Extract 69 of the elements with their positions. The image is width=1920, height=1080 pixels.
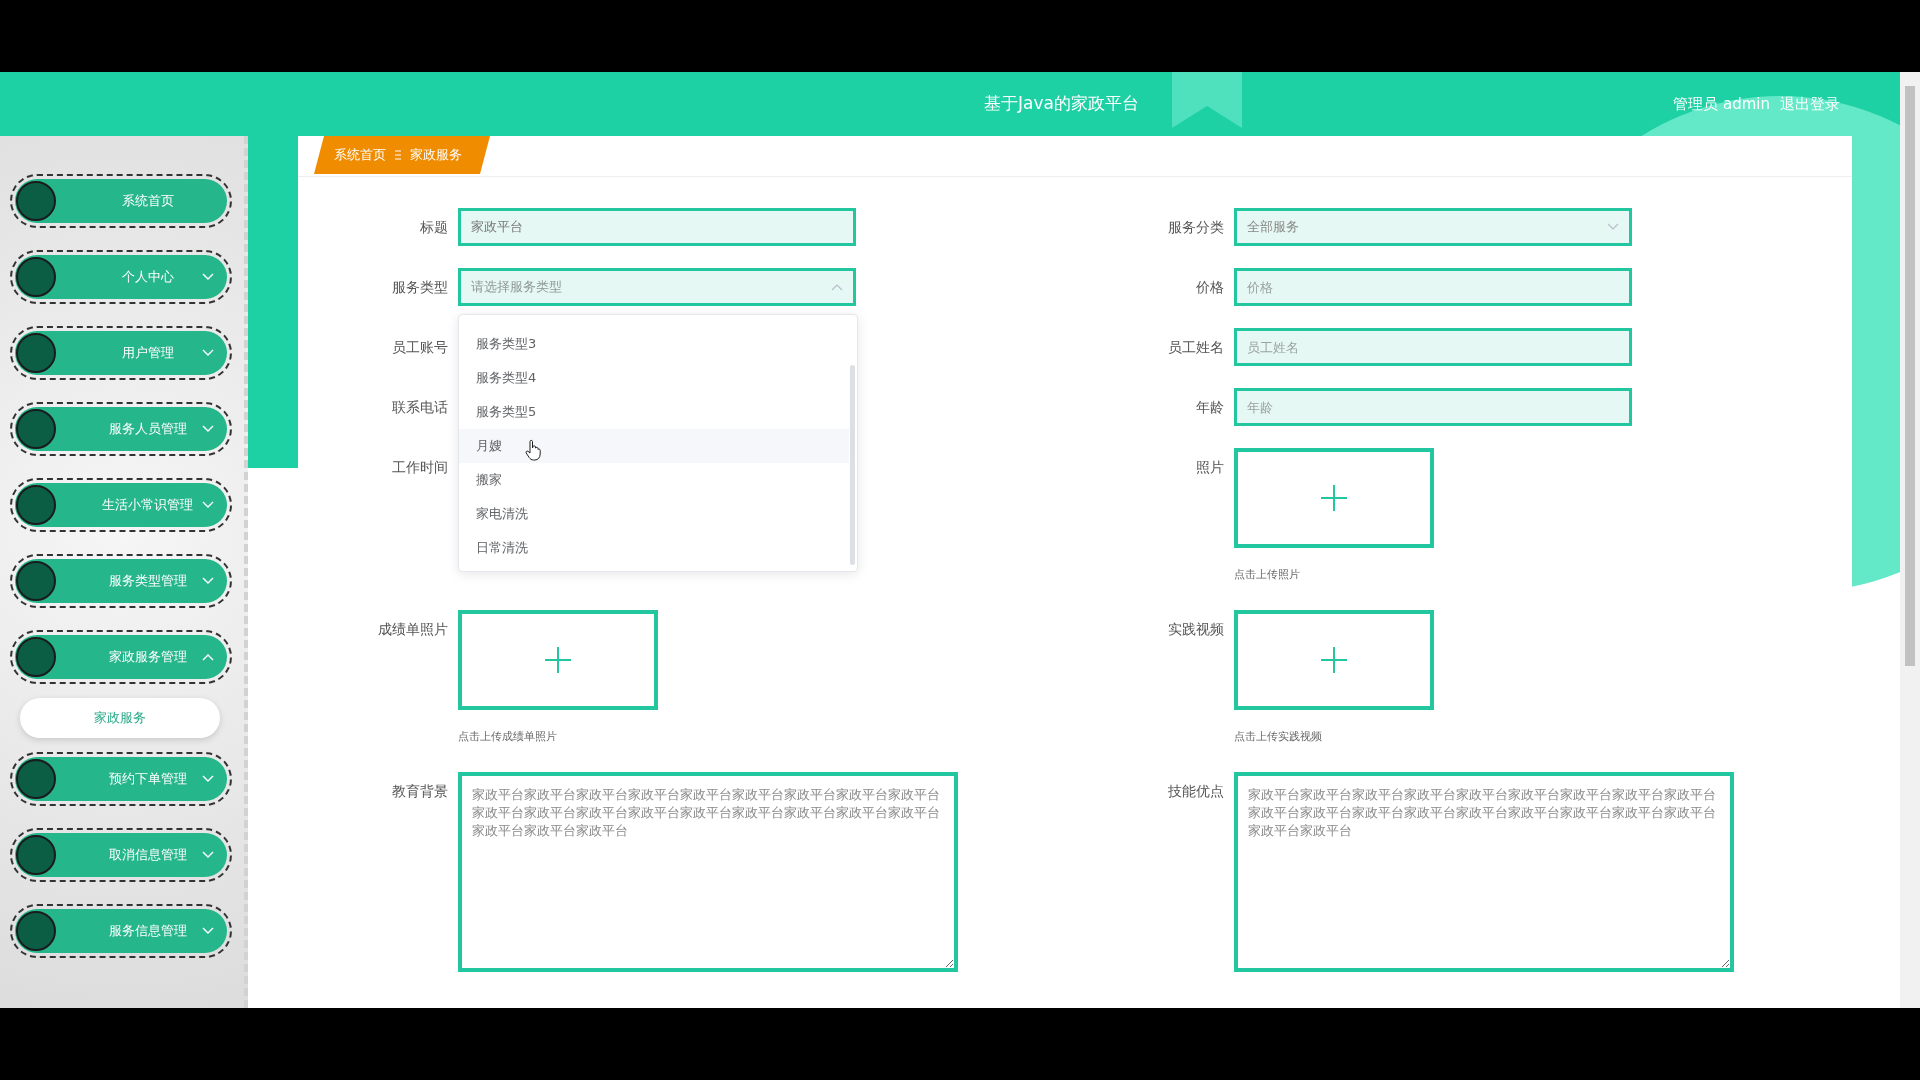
- breadcrumb-link[interactable]: 系统首页: [334, 146, 386, 164]
- circle-icon: [16, 561, 56, 601]
- text-area[interactable]: 家政平台家政平台家政平台家政平台家政平台家政平台家政平台家政平台家政平台家政平台家政平台家政平台家政平台家政平台家政平台家政平台家政平台家政平台家政平台家政平台家政平台: [458, 772, 958, 972]
- plus-icon: [1321, 485, 1347, 511]
- field-label: 照片: [1195, 458, 1225, 477]
- sidebar-item[interactable]: 服务类型管理: [10, 554, 232, 608]
- hand-cursor-icon: [525, 439, 541, 461]
- separator-icon: [394, 149, 402, 161]
- field-label: 工作时间: [391, 458, 449, 477]
- upload-hint: 点击上传成绩单照片: [458, 730, 558, 744]
- submenu-item[interactable]: 家政服务: [20, 698, 220, 738]
- field-label: 联系电话: [391, 398, 449, 417]
- upload-box[interactable]: [458, 610, 658, 710]
- scrollbar[interactable]: [1900, 72, 1920, 1008]
- sidebar-item[interactable]: 用户管理: [10, 326, 232, 380]
- user-name: 管理员 admin: [1673, 94, 1770, 114]
- select-field[interactable]: 全部服务: [1234, 208, 1632, 246]
- field-label: 技能优点: [1167, 782, 1225, 801]
- sidebar-item[interactable]: 取消信息管理: [10, 828, 232, 882]
- circle-icon: [16, 485, 56, 525]
- dropdown-option[interactable]: 家电清洗: [459, 497, 849, 531]
- input-field[interactable]: 价格: [1234, 268, 1632, 306]
- field-label: 价格: [1195, 278, 1225, 297]
- circle-icon: [16, 333, 56, 373]
- field-label: 成绩单照片: [377, 620, 449, 639]
- select-field[interactable]: 请选择服务类型: [458, 268, 856, 306]
- field-label: 实践视频: [1167, 620, 1225, 639]
- field-label: 标题: [419, 218, 449, 237]
- sidebar-item[interactable]: 服务信息管理: [10, 904, 232, 958]
- circle-icon: [16, 759, 56, 799]
- circle-icon: [16, 835, 56, 875]
- input-field[interactable]: 家政平台: [458, 208, 856, 246]
- breadcrumb-link[interactable]: 家政服务: [410, 146, 462, 164]
- field-label: 年龄: [1195, 398, 1225, 417]
- ribbon-decoration: [1172, 72, 1242, 128]
- plus-icon: [1321, 647, 1347, 673]
- logout-link[interactable]: 退出登录: [1780, 94, 1840, 114]
- sidebar-item[interactable]: 个人中心: [10, 250, 232, 304]
- sidebar-item[interactable]: 服务人员管理: [10, 402, 232, 456]
- field-label: 服务类型: [391, 278, 449, 297]
- text-area[interactable]: 家政平台家政平台家政平台家政平台家政平台家政平台家政平台家政平台家政平台家政平台家政平台家政平台家政平台家政平台家政平台家政平台家政平台家政平台家政平台家政平台: [1234, 772, 1734, 972]
- dropdown-option[interactable]: 月嫂: [459, 429, 849, 463]
- dropdown-option[interactable]: 日常清洗: [459, 531, 849, 565]
- sidebar-item[interactable]: 预约下单管理: [10, 752, 232, 806]
- circle-icon: [16, 181, 56, 221]
- dropdown-option[interactable]: 服务类型5: [459, 395, 849, 429]
- circle-icon: [16, 637, 56, 677]
- field-label: 员工姓名: [1167, 338, 1225, 357]
- field-label: 教育背景: [391, 782, 449, 801]
- upload-box[interactable]: [1234, 610, 1434, 710]
- input-field[interactable]: 年龄: [1234, 388, 1632, 426]
- sidebar-item[interactable]: 生活小常识管理: [10, 478, 232, 532]
- site-title: 基于Java的家政平台: [984, 92, 1139, 115]
- circle-icon: [16, 409, 56, 449]
- upload-hint: 点击上传实践视频: [1234, 730, 1323, 744]
- scrollbar-thumb[interactable]: [850, 365, 855, 565]
- upload-box[interactable]: [1234, 448, 1434, 548]
- field-label: 员工账号: [391, 338, 449, 357]
- dropdown-option[interactable]: 服务类型3: [459, 327, 849, 361]
- upload-hint: 点击上传照片: [1234, 568, 1301, 582]
- dropdown-option[interactable]: 服务类型4: [459, 361, 849, 395]
- dropdown-option[interactable]: 搬家: [459, 463, 849, 497]
- input-field[interactable]: 员工姓名: [1234, 328, 1632, 366]
- circle-icon: [16, 911, 56, 951]
- sidebar-item[interactable]: 系统首页: [10, 174, 232, 228]
- field-label: 服务分类: [1167, 218, 1225, 237]
- circle-icon: [16, 257, 56, 297]
- plus-icon: [545, 647, 571, 673]
- sidebar-item[interactable]: 家政服务管理: [10, 630, 232, 684]
